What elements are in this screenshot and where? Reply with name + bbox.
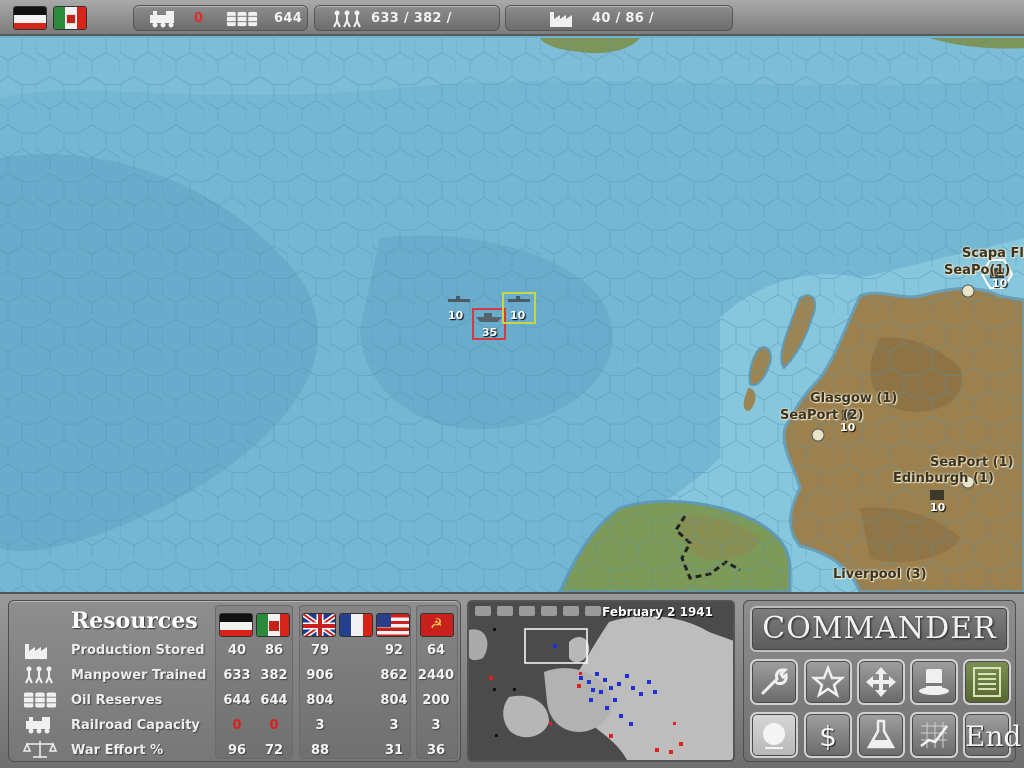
manpower-trained-label: Manpower Trained	[71, 668, 207, 683]
italy-flag-icon[interactable]	[53, 6, 87, 30]
end-turn-label: End	[965, 720, 1022, 753]
resources-title: Resources	[71, 608, 198, 634]
wrench-button[interactable]	[750, 659, 798, 705]
star-icon	[811, 665, 845, 698]
value-cell: 92	[384, 643, 404, 658]
value-cell: 3	[389, 718, 399, 733]
city-label[interactable]: Liverpool (3)	[833, 567, 927, 582]
star-button[interactable]	[804, 659, 852, 705]
value-cell: 804	[306, 693, 334, 708]
move-button[interactable]	[857, 659, 905, 705]
locomotive-icon	[26, 717, 50, 734]
oil-value: 644	[274, 11, 303, 26]
wrench-icon	[761, 668, 789, 695]
value-cell: 862	[380, 668, 408, 683]
city-label[interactable]: SeaPort (1)	[930, 455, 1014, 470]
unit-strength: 10	[448, 309, 464, 322]
unit-strength: 10	[930, 501, 946, 514]
garrison-unit-icon[interactable]	[930, 490, 944, 500]
value-cell: 72	[264, 743, 284, 758]
flask-icon	[866, 719, 896, 749]
production-panel: 40 / 86 /	[505, 5, 733, 31]
commander-logo: COMMANDER	[750, 606, 1009, 652]
railroad-value: 0	[194, 11, 204, 26]
soldiers-icon	[333, 10, 361, 28]
value-cell: 2440	[417, 668, 455, 683]
value-cell: 86	[264, 643, 284, 658]
railroad-capacity-label: Railroad Capacity	[71, 718, 200, 733]
war-effort-label: War Effort %	[71, 743, 164, 758]
globe-icon	[763, 723, 785, 749]
city-label[interactable]: Edinburgh (1)	[893, 471, 994, 486]
value-cell: 3	[431, 718, 441, 733]
value-cell: 382	[260, 668, 288, 683]
germany-empire-flag-icon[interactable]	[219, 613, 253, 637]
scales-icon	[23, 741, 57, 758]
uk-flag-icon[interactable]	[302, 613, 336, 637]
france-flag-icon[interactable]	[339, 613, 373, 637]
diplomacy-button[interactable]	[910, 659, 958, 705]
top-hat-icon	[919, 669, 949, 695]
commander-panel: COMMANDER $ End	[743, 600, 1022, 762]
value-cell: 64	[426, 643, 446, 658]
end-turn-button[interactable]: End	[963, 712, 1022, 758]
move-arrows-icon	[866, 667, 896, 697]
supply-panel: 0 644	[133, 5, 308, 31]
ussr-flag-icon[interactable]: ☭	[420, 613, 454, 637]
unit-strength: 10	[992, 277, 1008, 290]
value-cell: 88	[310, 743, 330, 758]
soldiers-icon	[25, 666, 53, 684]
usa-flag-icon[interactable]	[376, 613, 410, 637]
value-cell: 31	[384, 743, 404, 758]
report-list-button[interactable]	[963, 659, 1011, 705]
factory-icon	[550, 12, 572, 27]
germany-empire-flag-icon[interactable]	[13, 6, 47, 30]
oil-reserves-label: Oil Reserves	[71, 693, 163, 708]
value-cell: 644	[260, 693, 288, 708]
production-stored-label: Production Stored	[71, 643, 205, 658]
bottom-panel: Resources ☭ Production Stored Manpower T…	[0, 592, 1024, 768]
value-cell: 906	[306, 668, 334, 683]
value-cell: 633	[223, 668, 251, 683]
locomotive-icon	[150, 11, 174, 28]
oil-barrels-icon	[226, 11, 258, 27]
list-icon	[973, 667, 1001, 697]
dollar-icon: $	[819, 720, 837, 753]
city-label[interactable]: Scapa Fl	[962, 246, 1024, 261]
unit-strength: 35	[482, 326, 498, 339]
oil-barrels-icon	[23, 692, 57, 708]
research-button[interactable]	[857, 712, 905, 758]
production-values: 40 / 86 /	[592, 11, 654, 26]
manpower-values: 633 / 382 /	[371, 11, 452, 26]
anchor-port-icon[interactable]	[811, 428, 825, 442]
value-cell: 0	[269, 718, 279, 733]
resources-panel: Resources ☭ Production Stored Manpower T…	[8, 600, 461, 762]
value-cell: 36	[426, 743, 446, 758]
value-cell: 40	[227, 643, 247, 658]
city-label[interactable]: Glasgow (1)	[810, 391, 897, 406]
value-cell: 96	[227, 743, 247, 758]
dollar-button[interactable]: $	[804, 712, 852, 758]
map-view[interactable]: 10 35 10 10 10 10 Scapa Fl SeaPo(1) Glas…	[0, 38, 1024, 592]
value-cell: 79	[310, 643, 330, 658]
top-bar: 0 644 633 / 382 / 40 / 86 /	[0, 0, 1024, 36]
globe-button[interactable]	[750, 712, 798, 758]
factory-icon	[25, 644, 47, 659]
city-label[interactable]: SeaPo(1)	[944, 263, 1010, 278]
graph-icon	[920, 722, 948, 748]
value-cell: 3	[315, 718, 325, 733]
minimap[interactable]: February 2 1941	[467, 600, 735, 762]
manpower-panel: 633 / 382 /	[314, 5, 500, 31]
value-cell: 804	[380, 693, 408, 708]
current-date: February 2 1941	[602, 605, 713, 619]
unit-strength: 10	[510, 309, 526, 322]
graph-button[interactable]	[910, 712, 958, 758]
value-cell: 0	[232, 718, 242, 733]
minimap-europe	[469, 602, 733, 760]
value-cell: 644	[223, 693, 251, 708]
italy-flag-icon[interactable]	[256, 613, 290, 637]
city-label[interactable]: SeaPort (2)	[780, 408, 864, 423]
anchor-port-icon[interactable]	[961, 284, 975, 298]
value-cell: 200	[422, 693, 450, 708]
